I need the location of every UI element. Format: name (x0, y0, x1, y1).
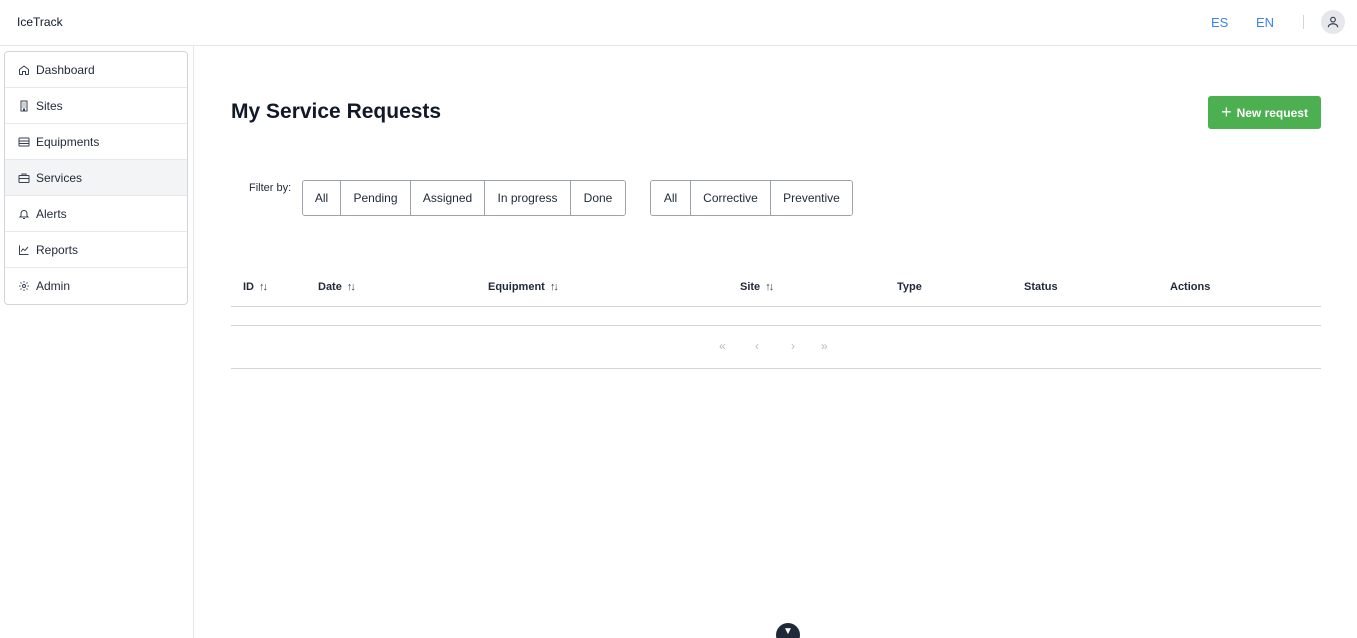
building-icon (18, 100, 30, 112)
column-header-date[interactable]: Date ↑↓ (318, 281, 356, 293)
sidebar-item-sites[interactable]: Sites (5, 88, 187, 124)
sort-icon[interactable]: ↑↓ (550, 281, 559, 293)
first-page-button[interactable]: « (719, 339, 726, 353)
sidebar-item-services[interactable]: Services (5, 160, 187, 196)
column-header-type: Type (897, 281, 922, 293)
sidebar-item-admin[interactable]: Admin (5, 268, 187, 304)
column-header-label: Status (1024, 281, 1058, 293)
user-icon (1327, 16, 1339, 28)
chevron-down-icon[interactable]: ▼ (776, 623, 800, 638)
sidebar-item-label: Reports (36, 242, 79, 257)
top-bar: IceTrack ES EN (0, 0, 1357, 46)
chart-line-icon (18, 244, 30, 256)
sidebar-item-label: Services (36, 170, 83, 185)
sidebar-item-alerts[interactable]: Alerts (5, 196, 187, 232)
new-request-button[interactable]: + New request (1208, 96, 1321, 129)
bell-icon (18, 208, 30, 220)
sidebar-item-label: Equipments (36, 134, 100, 149)
sort-icon[interactable]: ↑↓ (259, 281, 268, 293)
status-filter-done[interactable]: Done (571, 181, 625, 215)
column-header-label: Type (897, 281, 922, 293)
status-filter-all[interactable]: All (303, 181, 341, 215)
table-body-divider (231, 325, 1321, 326)
column-header-label: Equipment (488, 281, 545, 293)
gear-icon (18, 280, 30, 292)
sort-icon[interactable]: ↑↓ (347, 281, 356, 293)
sidebar-item-label: Dashboard (36, 62, 95, 77)
table-header-divider (231, 306, 1321, 307)
filter-label: Filter by: (249, 182, 292, 194)
sidebar-item-label: Admin (36, 279, 71, 293)
language-en-link[interactable]: EN (1256, 15, 1274, 30)
type-filter-preventive[interactable]: Preventive (771, 181, 852, 215)
column-header-label: Date (318, 281, 342, 293)
status-filter-group: All Pending Assigned In progress Done (302, 180, 626, 216)
user-avatar-button[interactable] (1321, 10, 1345, 34)
column-header-label: Site (740, 281, 761, 293)
sidebar-item-equipments[interactable]: Equipments (5, 124, 187, 160)
status-filter-pending[interactable]: Pending (341, 181, 411, 215)
last-page-button[interactable]: » (821, 339, 828, 353)
server-icon (18, 136, 30, 148)
type-filter-all[interactable]: All (651, 181, 691, 215)
column-header-site[interactable]: Site ↑↓ (740, 281, 774, 293)
sidebar-item-reports[interactable]: Reports (5, 232, 187, 268)
home-icon (18, 64, 30, 76)
sidebar-item-label: Sites (36, 98, 63, 113)
column-header-id[interactable]: ID ↑↓ (243, 281, 268, 293)
sidebar-item-label: Alerts (36, 206, 67, 221)
sidebar-item-dashboard[interactable]: Dashboard (5, 52, 187, 88)
previous-page-button[interactable]: ‹ (755, 339, 759, 353)
sidebar: Dashboard Sites Equipments Services Aler… (4, 51, 188, 305)
status-filter-in-progress[interactable]: In progress (485, 181, 571, 215)
table-footer-divider (231, 368, 1321, 369)
column-header-equipment[interactable]: Equipment ↑↓ (488, 281, 559, 293)
status-filter-assigned[interactable]: Assigned (411, 181, 485, 215)
app-title[interactable]: IceTrack (17, 15, 63, 29)
sort-icon[interactable]: ↑↓ (765, 281, 774, 293)
type-filter-group: All Corrective Preventive (650, 180, 853, 216)
new-request-label: New request (1236, 105, 1308, 120)
language-es-link[interactable]: ES (1211, 15, 1228, 30)
column-header-label: Actions (1170, 281, 1211, 293)
type-filter-corrective[interactable]: Corrective (691, 181, 771, 215)
next-page-button[interactable]: › (791, 339, 795, 353)
column-header-status: Status (1024, 281, 1058, 293)
header-divider (1303, 15, 1304, 29)
plus-icon: + (1221, 101, 1232, 122)
column-header-label: ID (243, 281, 254, 293)
sidebar-divider (193, 46, 194, 638)
page-title: My Service Requests (231, 100, 442, 123)
briefcase-icon (18, 172, 30, 184)
column-header-actions: Actions (1170, 281, 1210, 293)
